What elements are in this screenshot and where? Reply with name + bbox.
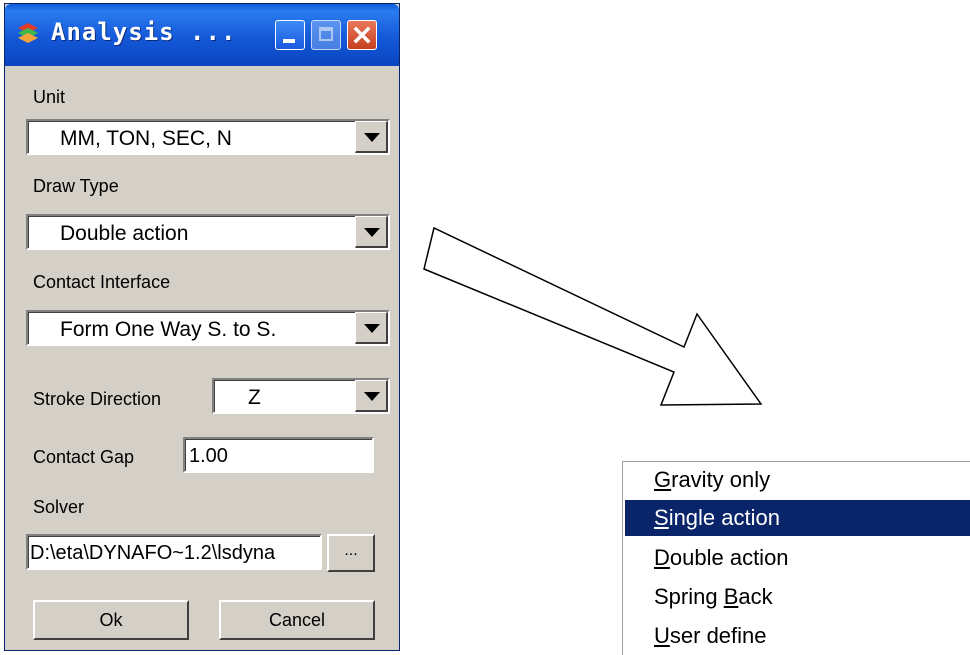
option-label: ack bbox=[738, 584, 773, 609]
option-mnemonic: B bbox=[723, 584, 739, 609]
option-label: ouble action bbox=[669, 545, 789, 570]
draw-type-dropdown-list: Gravity only Single action Double action… bbox=[622, 461, 970, 655]
option-mnemonic: S bbox=[654, 505, 669, 530]
option-single-action[interactable]: Single action bbox=[625, 500, 970, 536]
option-label: ingle action bbox=[668, 505, 780, 530]
option-label: ser define bbox=[669, 623, 767, 648]
option-spring-back[interactable]: Spring Back bbox=[625, 579, 970, 615]
option-user-define[interactable]: User define bbox=[625, 618, 970, 654]
option-gravity-only[interactable]: Gravity only bbox=[625, 462, 970, 498]
option-label-prefix: Spring bbox=[654, 584, 724, 609]
option-mnemonic: G bbox=[654, 467, 672, 492]
option-label: ravity only bbox=[671, 467, 771, 492]
option-mnemonic: U bbox=[654, 623, 670, 648]
option-double-action[interactable]: Double action bbox=[625, 540, 970, 576]
option-mnemonic: D bbox=[654, 545, 670, 570]
